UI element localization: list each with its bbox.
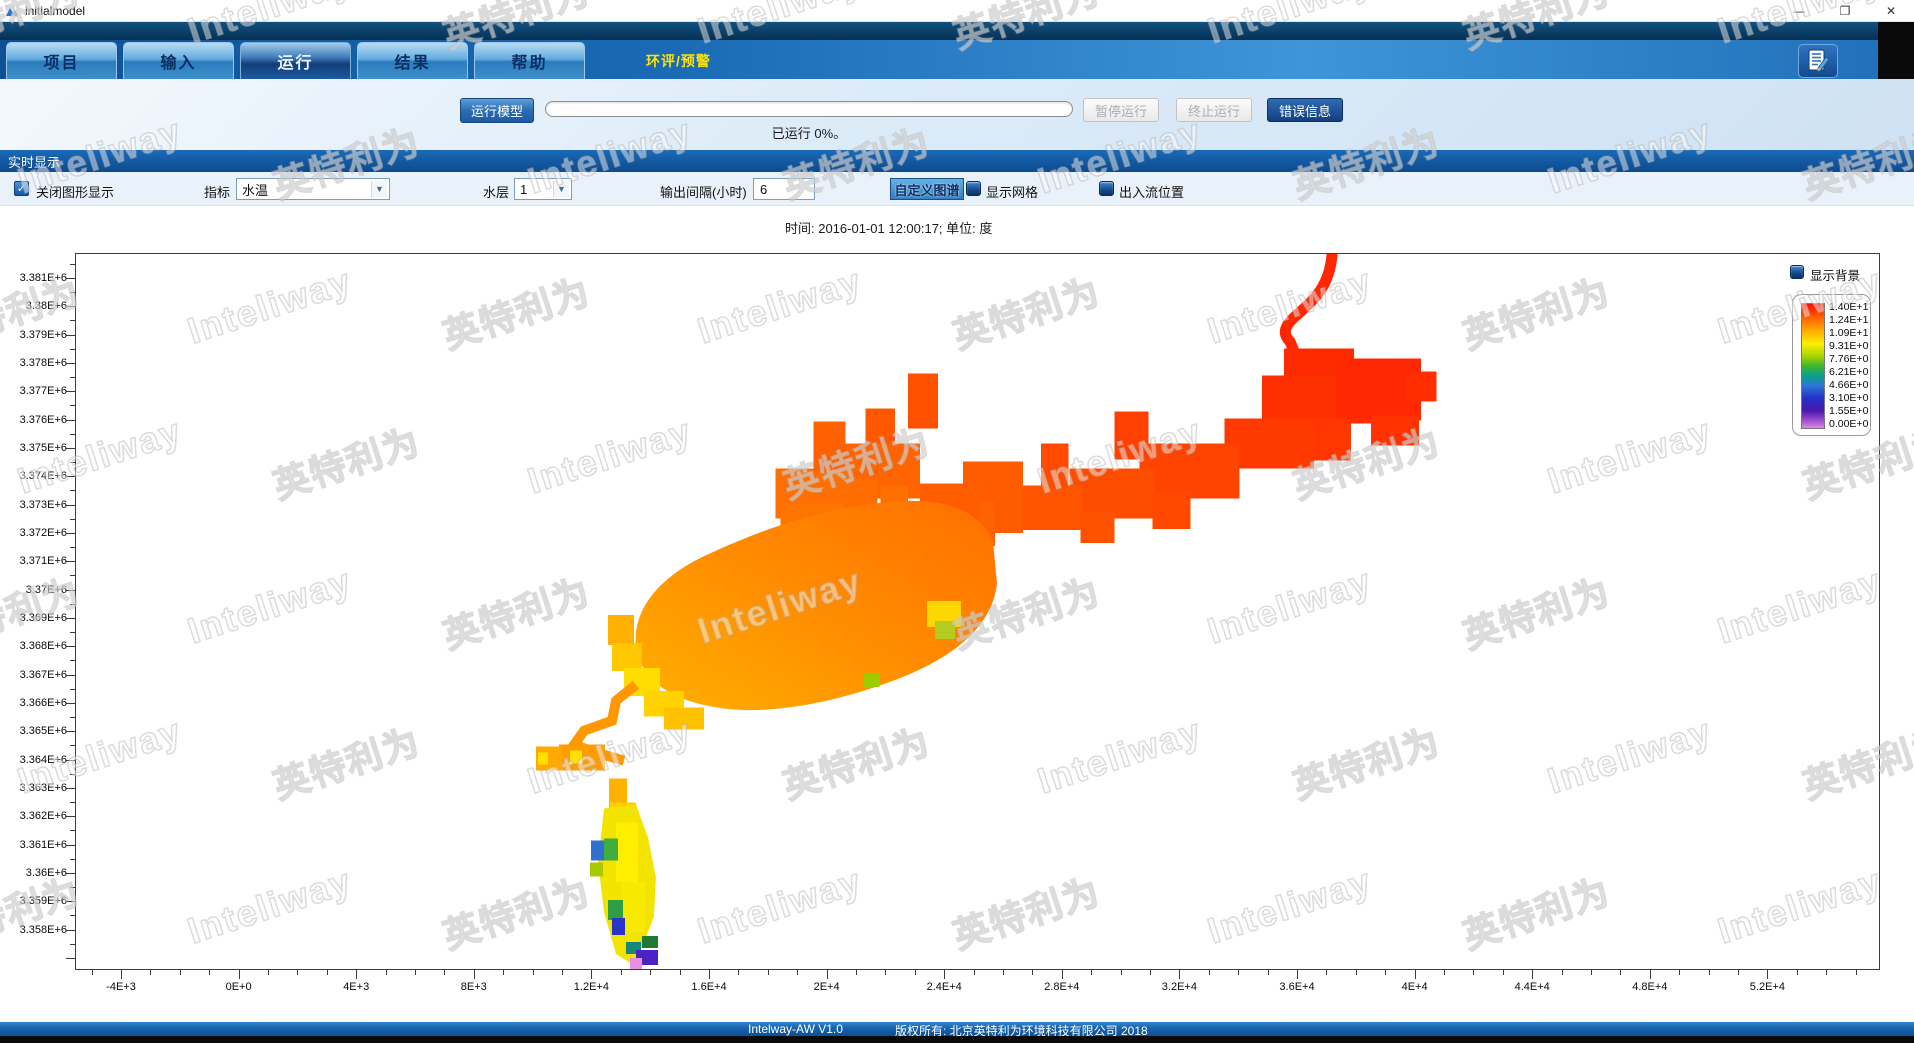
- realtime-controls: ✓ 关闭图形显示 指标 水温 ▼ 水层 1 ▼ 输出间隔(小时) 6 自定义图谱…: [0, 172, 1914, 206]
- time-unit-label: 时间: 2016-01-01 12:00:17; 单位: 度: [785, 218, 992, 237]
- legend-value-labels: 1.40E+11.24E+11.09E+19.31E+07.76E+06.21E…: [1829, 302, 1869, 430]
- error-info-button[interactable]: 错误信息: [1267, 98, 1343, 122]
- realtime-display-header: 实时显示: [0, 150, 1914, 172]
- app-icon: [5, 4, 19, 18]
- water-temperature-map: [76, 254, 1879, 969]
- app-version: Intelway-AW V1.0: [748, 1022, 843, 1036]
- plot-canvas: 显示背景 1.40E+11.24E+11.09E+19.31E+07.76E+0…: [75, 253, 1880, 970]
- show-background-checkbox[interactable]: [1790, 265, 1804, 279]
- legend-color-bar: [1801, 303, 1825, 429]
- document-edit-icon[interactable]: [1798, 44, 1838, 78]
- progress-status-text: 已运行 0%。: [545, 123, 1073, 142]
- chevron-down-icon: ▼: [371, 181, 387, 197]
- run-model-button[interactable]: 运行模型: [460, 98, 534, 123]
- pause-run-button[interactable]: 暂停运行: [1083, 98, 1159, 122]
- indicator-select[interactable]: 水温 ▼: [236, 178, 390, 200]
- layer-select[interactable]: 1 ▼: [514, 178, 572, 200]
- inout-flow-label: 出入流位置: [1119, 182, 1184, 201]
- window-title: initialmodel: [25, 4, 85, 18]
- custom-spectrum-button[interactable]: 自定义图谱: [890, 178, 964, 200]
- tab-results[interactable]: 结果: [357, 42, 468, 79]
- color-legend: 1.40E+11.24E+11.09E+19.31E+07.76E+06.21E…: [1792, 294, 1871, 436]
- close-button[interactable]: ✕: [1868, 0, 1914, 22]
- tab-project[interactable]: 项目: [6, 42, 117, 79]
- plot-content-area: 时间: 2016-01-01 12:00:17; 单位: 度: [0, 206, 1914, 1022]
- interval-label: 输出间隔(小时): [660, 182, 747, 201]
- inout-flow-checkbox[interactable]: [1099, 181, 1114, 196]
- layer-value: 1: [520, 182, 527, 197]
- tab-run[interactable]: 运行: [240, 42, 351, 79]
- tab-input[interactable]: 输入: [123, 42, 234, 79]
- minimize-button[interactable]: —: [1776, 0, 1822, 22]
- status-bar: Intelway-AW V1.0 版权所有: 北京英特利为环境科技有限公司 20…: [0, 1022, 1914, 1036]
- layer-label: 水层: [483, 182, 509, 201]
- indicator-value: 水温: [242, 180, 268, 199]
- indicator-label: 指标: [204, 182, 230, 201]
- show-grid-checkbox[interactable]: [966, 181, 981, 196]
- application-window: initialmodel — ❐ ✕ 项目 输入 运行 结果 帮助 环评/预警: [0, 0, 1914, 1043]
- tab-eia-warning[interactable]: 环评/预警: [646, 51, 711, 71]
- title-bar: initialmodel — ❐ ✕: [0, 0, 1914, 22]
- show-grid-label: 显示网格: [986, 182, 1038, 201]
- tab-help[interactable]: 帮助: [474, 42, 585, 79]
- progress-bar: [545, 101, 1073, 117]
- chevron-down-icon: ▼: [553, 181, 569, 197]
- interval-input[interactable]: 6: [753, 178, 815, 200]
- close-graph-checkbox[interactable]: ✓: [14, 181, 29, 196]
- menu-tab-row: 项目 输入 运行 结果 帮助 环评/预警: [0, 40, 1914, 79]
- ribbon-top-strip: [0, 22, 1914, 40]
- stop-run-button[interactable]: 终止运行: [1176, 98, 1252, 122]
- window-bottom-edge: [0, 1036, 1914, 1043]
- close-graph-label: 关闭图形显示: [36, 182, 114, 201]
- run-toolbar: 运行模型 已运行 0%。 暂停运行 终止运行 错误信息: [0, 79, 1914, 150]
- show-background-label: 显示背景: [1810, 265, 1860, 284]
- restore-button[interactable]: ❐: [1822, 0, 1868, 22]
